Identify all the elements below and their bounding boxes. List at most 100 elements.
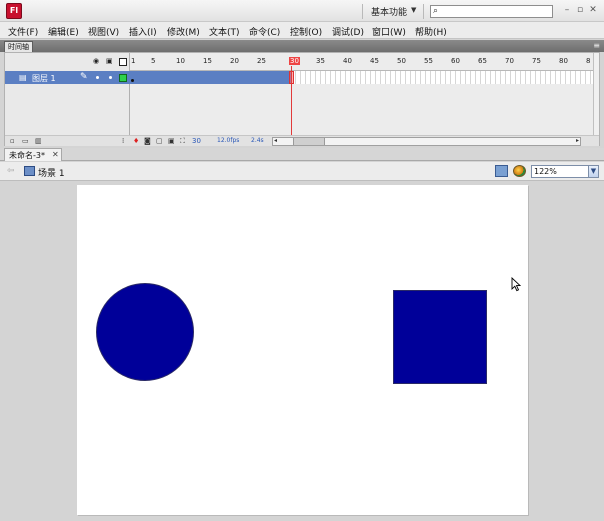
- close-icon[interactable]: ✕: [587, 4, 599, 16]
- scrollbar-thumb[interactable]: [293, 138, 325, 145]
- empty-frames[interactable]: [291, 71, 599, 84]
- timeline-panel-header: 时间轴 ≡: [0, 40, 604, 52]
- onion-skin-icon[interactable]: ◙: [144, 136, 151, 147]
- mouse-pointer-icon: [511, 277, 521, 292]
- edit-multiple-frames-icon[interactable]: ▣: [168, 136, 175, 147]
- document-tab-strip: 未命名-3* ✕: [0, 148, 604, 161]
- pasteboard[interactable]: [4, 182, 600, 518]
- scene-breadcrumb[interactable]: 场景 1: [38, 166, 65, 179]
- menu-insert[interactable]: 插入(I): [129, 25, 157, 38]
- ruler-label: 70: [505, 57, 514, 65]
- stage-canvas[interactable]: [77, 185, 528, 515]
- menu-text[interactable]: 文本(T): [209, 25, 240, 38]
- lock-icon[interactable]: ▣: [106, 57, 113, 65]
- ruler-label: 1: [131, 57, 136, 65]
- layer-column-header: ◉ ▣: [5, 53, 130, 71]
- timeline-vertical-scrollbar[interactable]: [593, 53, 599, 135]
- layer-name: 图层 1: [32, 74, 56, 83]
- scroll-right-icon[interactable]: ▸: [576, 137, 579, 145]
- ruler-label: 60: [451, 57, 460, 65]
- restore-icon[interactable]: ▫: [574, 4, 586, 16]
- menu-edit[interactable]: 编辑(E): [48, 25, 79, 38]
- frame-ruler[interactable]: 1 5 10 15 20 25 30 35 40 45 50 55 60 65 …: [130, 53, 599, 71]
- menu-window[interactable]: 窗口(W): [372, 25, 406, 38]
- modify-markers-icon[interactable]: ⛶: [180, 136, 185, 147]
- search-input[interactable]: [444, 6, 550, 17]
- ruler-label: 15: [203, 57, 212, 65]
- document-tab[interactable]: 未命名-3* ✕: [4, 148, 62, 161]
- new-folder-icon[interactable]: ▭: [22, 136, 29, 147]
- current-frame-value[interactable]: 30: [192, 136, 201, 147]
- elapsed-time: 2.4s: [251, 137, 264, 144]
- zoom-value: 122%: [534, 167, 557, 176]
- ruler-label: 80: [559, 57, 568, 65]
- flash-logo-icon: Fl: [6, 3, 22, 19]
- scroll-left-icon[interactable]: ◂: [274, 137, 277, 145]
- back-arrow-icon[interactable]: ⇦: [7, 166, 15, 176]
- current-frame-label: 30: [289, 57, 300, 65]
- ruler-label: 20: [230, 57, 239, 65]
- ruler-label: 45: [370, 57, 379, 65]
- pencil-icon: ✎: [80, 72, 88, 82]
- scene-icon: [24, 166, 35, 176]
- frame-span[interactable]: [130, 71, 291, 84]
- ruler-label: 55: [424, 57, 433, 65]
- keyframe-marker[interactable]: [131, 79, 134, 82]
- workspace-switcher[interactable]: 基本功能: [371, 5, 407, 18]
- onion-outline-icon[interactable]: ▢: [156, 136, 163, 147]
- panel-menu-icon[interactable]: ≡: [593, 40, 600, 52]
- menu-modify[interactable]: 修改(M): [167, 25, 200, 38]
- edit-scene-icon[interactable]: [495, 165, 508, 177]
- playhead-line: [291, 66, 292, 141]
- timeline-status-bar: ▫ ▭ ▥ ⁞ ♦ ◙ ▢ ▣ ⛶ 30 12.0fps 2.4s ◂ ▸: [5, 135, 599, 146]
- menu-help[interactable]: 帮助(H): [415, 25, 447, 38]
- menu-bar: 文件(F) 编辑(E) 视图(V) 插入(I) 修改(M) 文本(T) 命令(C…: [0, 22, 604, 39]
- title-bar: Fl 基本功能 ▼ ⌕ – ▫ ✕: [0, 0, 604, 22]
- layer-icon: ▤: [19, 73, 27, 82]
- ruler-label: 50: [397, 57, 406, 65]
- outline-color-swatch[interactable]: [119, 74, 127, 82]
- ruler-label: 25: [257, 57, 266, 65]
- chevron-down-icon[interactable]: ▼: [588, 166, 598, 177]
- timeline-horizontal-scrollbar[interactable]: ◂ ▸: [272, 137, 581, 146]
- visibility-dot[interactable]: [96, 76, 99, 79]
- layer-row[interactable]: ▤ 图层 1 ✎: [5, 71, 130, 84]
- toolbar-divider: [423, 4, 424, 19]
- layer-list: ◉ ▣ ▤ 图层 1 ✎: [5, 53, 130, 145]
- ruler-label: 75: [532, 57, 541, 65]
- menu-debug[interactable]: 调试(D): [332, 25, 364, 38]
- search-icon: ⌕: [433, 6, 439, 16]
- lock-dot[interactable]: [109, 76, 112, 79]
- document-tab-label: 未命名-3*: [9, 151, 45, 160]
- menu-view[interactable]: 视图(V): [88, 25, 119, 38]
- frame-grid[interactable]: 1 5 10 15 20 25 30 35 40 45 50 55 60 65 …: [130, 53, 599, 145]
- ruler-label: 5: [151, 57, 156, 65]
- close-icon[interactable]: ✕: [52, 150, 59, 159]
- chevron-down-icon[interactable]: ▼: [411, 6, 416, 14]
- square-shape[interactable]: [393, 290, 487, 384]
- frame-rate[interactable]: 12.0fps: [217, 137, 239, 144]
- timeline-tab[interactable]: 时间轴: [4, 41, 33, 52]
- edit-bar: ⇦ 场景 1 122% ▼: [0, 162, 604, 181]
- timeline-panel: ◉ ▣ ▤ 图层 1 ✎ 1 5 10 15 20 25 30 35 40 45…: [4, 52, 600, 146]
- toolbar-divider: [362, 4, 363, 19]
- zoom-select[interactable]: 122% ▼: [531, 165, 599, 178]
- scroll-to-playhead-icon[interactable]: ⁞: [122, 136, 124, 147]
- ruler-label: 35: [316, 57, 325, 65]
- menu-file[interactable]: 文件(F): [8, 25, 38, 38]
- menu-commands[interactable]: 命令(C): [249, 25, 280, 38]
- help-search-box[interactable]: ⌕: [430, 5, 553, 18]
- ruler-label: 65: [478, 57, 487, 65]
- outline-icon[interactable]: [119, 58, 127, 66]
- new-layer-icon[interactable]: ▫: [10, 136, 15, 147]
- minimize-icon[interactable]: –: [561, 4, 573, 16]
- eye-icon[interactable]: ◉: [93, 57, 99, 65]
- menu-control[interactable]: 控制(O): [290, 25, 322, 38]
- frame-row[interactable]: [130, 71, 599, 84]
- delete-icon[interactable]: ▥: [35, 136, 42, 147]
- center-frame-icon[interactable]: ♦: [133, 136, 139, 147]
- edit-symbols-icon[interactable]: [513, 165, 526, 177]
- ruler-label: 10: [176, 57, 185, 65]
- circle-shape[interactable]: [96, 283, 194, 381]
- ruler-label: 8: [586, 57, 591, 65]
